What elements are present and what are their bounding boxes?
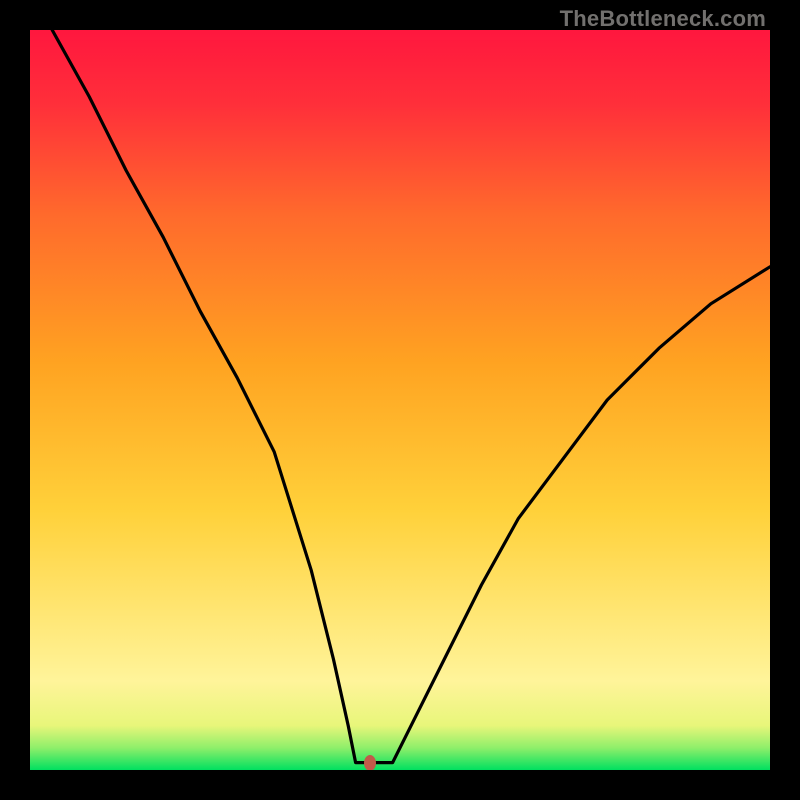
plot-area [30, 30, 770, 770]
chart-frame: TheBottleneck.com [0, 0, 800, 800]
bottleneck-curve [52, 30, 770, 763]
watermark-text: TheBottleneck.com [560, 6, 766, 32]
curve-svg [30, 30, 770, 770]
optimal-point-marker [364, 755, 376, 770]
